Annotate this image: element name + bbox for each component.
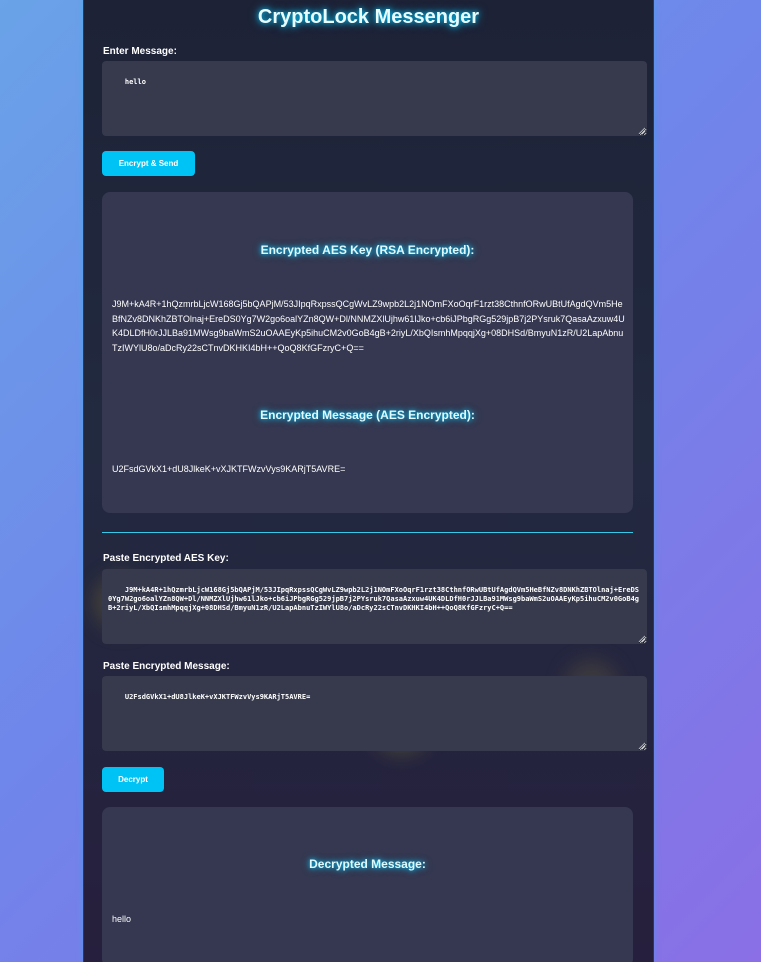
- aes-key-input-value: J9M+kA4R+1hQzmrbLjcW168Gj5bQAPjM/53JIpqR…: [108, 586, 640, 612]
- resize-handle-icon[interactable]: [638, 742, 646, 750]
- encrypted-message-input-value: U2FsdGVkX1+dU8JlkeK+vXJKTFWzvVys9KARjT5A…: [124, 693, 311, 701]
- encrypt-send-button[interactable]: Encrypt & Send: [102, 151, 195, 176]
- messenger-container: CryptoLock Messenger Enter Message: hell…: [83, 0, 654, 962]
- decrypted-message-value: hello: [112, 914, 132, 924]
- decrypted-message-title: Decrypted Message:: [309, 857, 426, 871]
- section-divider: [102, 532, 633, 533]
- encrypted-aes-key-title: Encrypted AES Key (RSA Encrypted):: [260, 243, 475, 257]
- message-label: Enter Message:: [103, 46, 177, 57]
- decrypt-button[interactable]: Decrypt: [102, 767, 164, 792]
- aes-key-label: Paste Encrypted AES Key:: [103, 553, 229, 564]
- encrypted-message-label: Paste Encrypted Message:: [103, 661, 230, 672]
- aes-key-input[interactable]: J9M+kA4R+1hQzmrbLjcW168Gj5bQAPjM/53JIpqR…: [102, 569, 647, 644]
- encrypted-output-panel: Encrypted AES Key (RSA Encrypted): J9M+k…: [102, 192, 633, 513]
- encrypted-message-value: U2FsdGVkX1+dU8JlkeK+vXJKTFWzvVys9KARjT5A…: [112, 464, 346, 474]
- resize-handle-icon[interactable]: [638, 127, 646, 135]
- encrypted-aes-key-value: J9M+kA4R+1hQzmrbLjcW168Gj5bQAPjM/53JIpqR…: [112, 299, 625, 353]
- resize-handle-icon[interactable]: [638, 635, 646, 643]
- app-title: CryptoLock Messenger: [257, 6, 480, 28]
- encrypted-message-input[interactable]: U2FsdGVkX1+dU8JlkeK+vXJKTFWzvVys9KARjT5A…: [102, 676, 647, 751]
- message-input[interactable]: hello: [102, 61, 647, 136]
- decrypted-output-panel: Decrypted Message: hello: [102, 807, 633, 962]
- encrypted-message-title: Encrypted Message (AES Encrypted):: [260, 408, 475, 422]
- message-input-value: hello: [124, 78, 146, 86]
